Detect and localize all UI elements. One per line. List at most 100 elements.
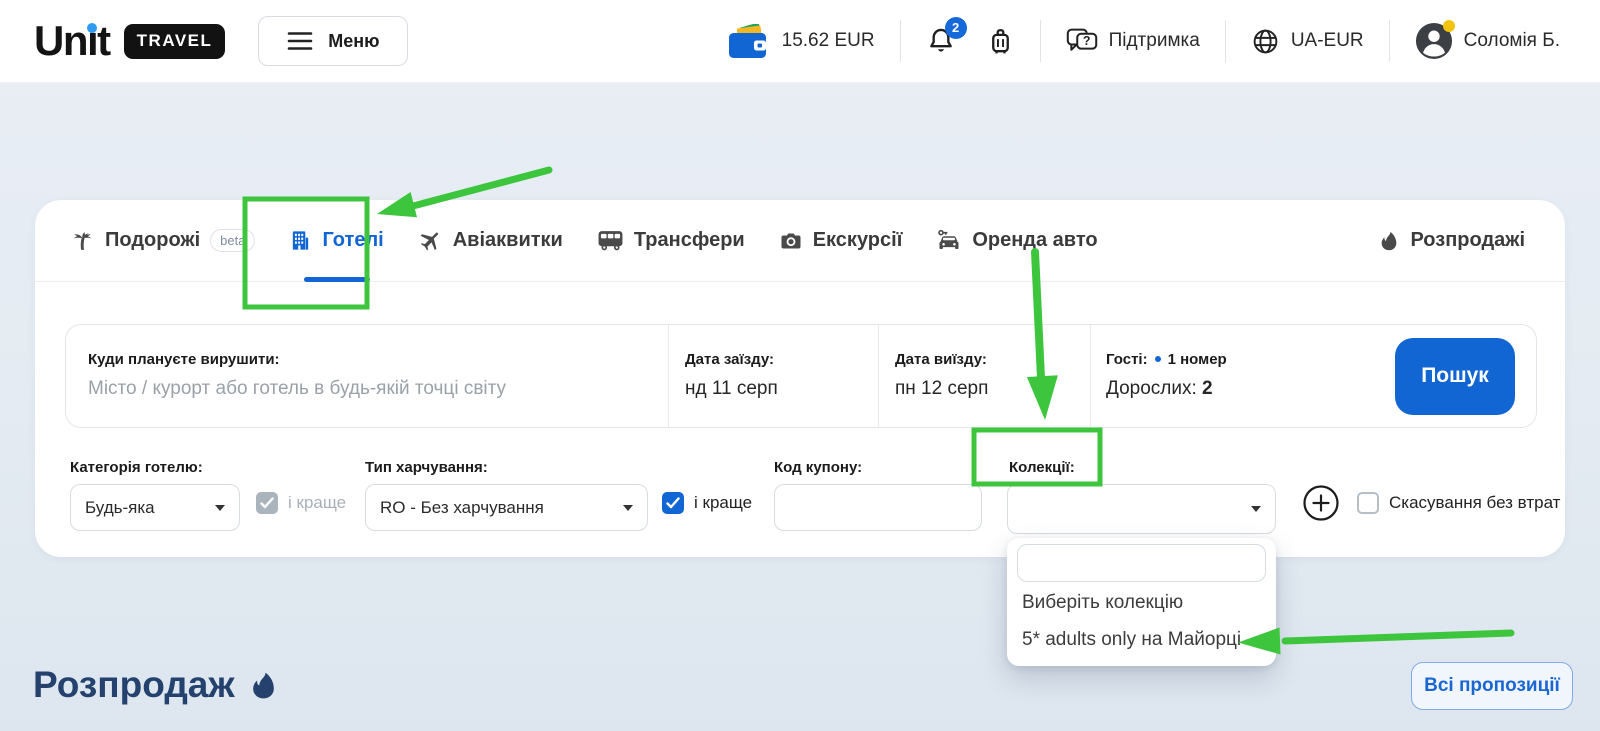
collections-select[interactable] bbox=[1007, 484, 1276, 534]
chevron-down-icon bbox=[215, 505, 225, 511]
header-divider bbox=[1389, 20, 1390, 62]
collections-dropdown: Виберіть колекцію 5* adults only на Майо… bbox=[1007, 538, 1276, 666]
camera-icon bbox=[779, 229, 803, 253]
menu-button-label: Меню bbox=[328, 31, 379, 52]
tab-trips[interactable]: Подорожі beta bbox=[70, 200, 255, 281]
checkout-label: Дата виїзду: bbox=[895, 351, 1090, 368]
menu-button[interactable]: Меню bbox=[258, 16, 408, 66]
collections-label: Колекції: bbox=[1009, 459, 1276, 476]
destination-field[interactable]: Куди плануєте вирушити: Місто / курорт а… bbox=[66, 325, 668, 427]
user-name: Соломія Б. bbox=[1464, 30, 1560, 52]
search-button[interactable]: Пошук bbox=[1395, 338, 1515, 415]
chevron-down-icon bbox=[1251, 506, 1261, 512]
hotel-search-panel: Куди плануєте вирушити: Місто / курорт а… bbox=[65, 324, 1537, 428]
destination-label: Куди плануєте вирушити: bbox=[88, 351, 668, 368]
guests-adults: Дорослих: 2 bbox=[1106, 378, 1395, 400]
wallet-balance[interactable]: 15.62 EUR bbox=[727, 24, 875, 59]
bus-icon bbox=[597, 229, 624, 252]
tab-flights[interactable]: Авіаквитки bbox=[418, 200, 563, 281]
notifications-button[interactable]: 2 bbox=[926, 26, 956, 57]
add-collection-button[interactable] bbox=[1301, 483, 1341, 523]
hotel-category-label: Категорія готелю: bbox=[70, 459, 240, 476]
guests-rooms: 1 номер bbox=[1168, 351, 1227, 368]
tab-flights-label: Авіаквитки bbox=[453, 229, 563, 252]
guests-label: Гості: bbox=[1106, 351, 1148, 368]
support-button[interactable]: ? Підтримка bbox=[1066, 27, 1200, 56]
avatar bbox=[1415, 22, 1453, 60]
user-menu[interactable]: Соломія Б. bbox=[1415, 22, 1560, 60]
flame-icon bbox=[1378, 229, 1400, 253]
chevron-down-icon bbox=[623, 505, 633, 511]
tab-transfers-label: Трансфери bbox=[634, 229, 745, 252]
tab-car-rental[interactable]: Оренда авто bbox=[936, 200, 1097, 281]
hotel-category-select[interactable]: Будь-яка bbox=[70, 484, 240, 531]
flame-icon bbox=[248, 669, 279, 702]
tab-excursions-label: Екскурсії bbox=[813, 229, 903, 252]
checkin-value: нд 11 серп bbox=[685, 378, 878, 400]
category-better-checkbox-row[interactable]: і краще bbox=[256, 492, 346, 514]
locale-label: UA-EUR bbox=[1291, 30, 1364, 52]
logo-blue-dot bbox=[87, 23, 97, 33]
all-offers-button[interactable]: Всі пропозиції bbox=[1411, 662, 1573, 710]
guests-adults-value: 2 bbox=[1202, 378, 1213, 399]
beta-badge: beta bbox=[210, 229, 255, 252]
avatar-status-dot bbox=[1443, 20, 1455, 32]
meal-type-select[interactable]: RO - Без харчування bbox=[365, 484, 648, 531]
checkout-value: пн 12 серп bbox=[895, 378, 1090, 400]
category-better-checkbox[interactable] bbox=[256, 492, 278, 514]
header-right: 15.62 EUR 2 bbox=[727, 20, 1560, 62]
collections-group: Колекції: bbox=[1007, 459, 1276, 534]
service-tabs: Подорожі beta Готелі bbox=[35, 200, 1565, 282]
chat-question-icon: ? bbox=[1066, 27, 1098, 56]
free-cancellation-checkbox[interactable] bbox=[1357, 492, 1379, 514]
coupon-input[interactable] bbox=[774, 484, 982, 531]
hotel-category-group: Категорія готелю: Будь-яка bbox=[70, 459, 240, 531]
tab-transfers[interactable]: Трансфери bbox=[597, 200, 745, 281]
sales-section-title: Розпродаж bbox=[33, 664, 279, 706]
meal-type-label: Тип харчування: bbox=[365, 459, 648, 476]
coupon-label: Код купону: bbox=[774, 459, 982, 476]
plane-icon bbox=[418, 228, 443, 253]
trips-button[interactable] bbox=[986, 26, 1015, 57]
header-divider bbox=[1040, 20, 1041, 62]
guests-dot bbox=[1155, 356, 1161, 362]
tab-excursions[interactable]: Екскурсії bbox=[779, 200, 903, 281]
meal-type-value: RO - Без харчування bbox=[380, 498, 544, 518]
meal-type-group: Тип харчування: RO - Без харчування bbox=[365, 459, 648, 531]
logo[interactable]: Unıt TRAVEL bbox=[34, 20, 225, 62]
meal-better-checkbox[interactable] bbox=[662, 492, 684, 514]
collections-option-mallorca[interactable]: 5* adults only на Майорці bbox=[1007, 621, 1276, 658]
meal-better-label: і краще bbox=[694, 493, 752, 513]
support-label: Підтримка bbox=[1109, 30, 1200, 52]
collections-option-placeholder[interactable]: Виберіть колекцію bbox=[1007, 584, 1276, 621]
notifications-count-badge: 2 bbox=[945, 17, 967, 39]
tab-hotels[interactable]: Готелі bbox=[289, 200, 383, 281]
collections-search-input[interactable] bbox=[1017, 544, 1266, 582]
tab-sales[interactable]: Розпродажі bbox=[1378, 200, 1525, 281]
meal-better-checkbox-row[interactable]: і краще bbox=[662, 492, 752, 514]
checkin-date-field[interactable]: Дата заїзду: нд 11 серп bbox=[669, 325, 878, 427]
header-divider bbox=[900, 20, 901, 62]
checkout-date-field[interactable]: Дата виїзду: пн 12 серп bbox=[879, 325, 1090, 427]
checkin-label: Дата заїзду: bbox=[685, 351, 878, 368]
guests-field[interactable]: Гості: 1 номер Дорослих: 2 bbox=[1091, 325, 1395, 427]
free-cancellation-label: Скасування без втрат bbox=[1389, 493, 1560, 513]
hamburger-icon bbox=[287, 31, 313, 51]
hotel-category-value: Будь-яка bbox=[85, 498, 155, 518]
suitcase-icon bbox=[986, 26, 1015, 57]
tab-hotels-label: Готелі bbox=[322, 229, 383, 252]
globe-icon bbox=[1251, 27, 1280, 56]
annotation-arrow-option bbox=[1285, 633, 1511, 641]
guests-summary: Гості: 1 номер bbox=[1106, 351, 1395, 368]
svg-text:?: ? bbox=[1083, 34, 1091, 48]
locale-button[interactable]: UA-EUR bbox=[1251, 27, 1364, 56]
header: Unıt TRAVEL Меню 15.62 EUR bbox=[0, 0, 1600, 83]
category-better-label: і краще bbox=[288, 493, 346, 513]
wallet-balance-value: 15.62 EUR bbox=[782, 30, 875, 52]
booking-card: Подорожі beta Готелі bbox=[35, 200, 1565, 557]
tab-sales-label: Розпродажі bbox=[1410, 229, 1525, 252]
free-cancellation-row[interactable]: Скасування без втрат bbox=[1357, 492, 1560, 514]
coupon-group: Код купону: bbox=[774, 459, 982, 531]
logo-brand: Unıt bbox=[34, 20, 110, 62]
tab-trips-label: Подорожі bbox=[105, 229, 200, 252]
